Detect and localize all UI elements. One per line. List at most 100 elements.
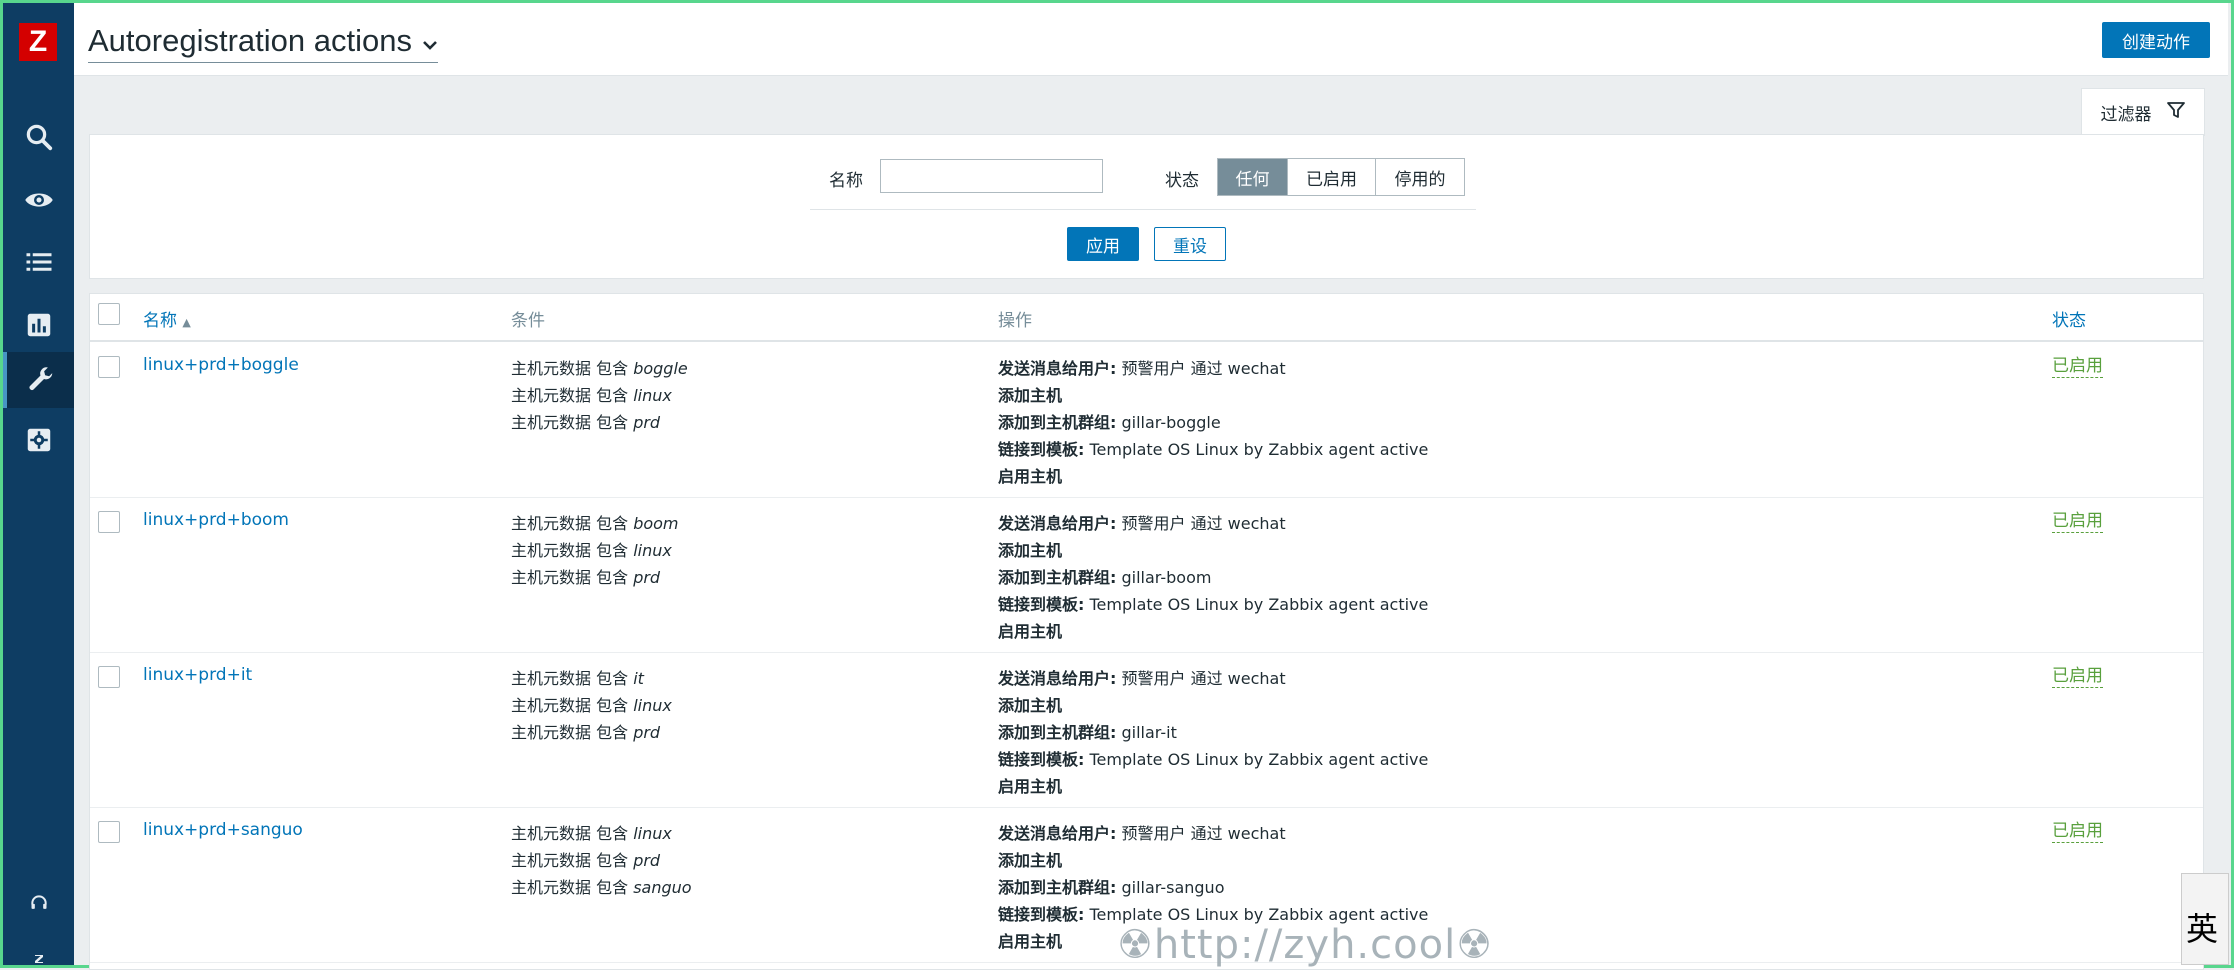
operation-line: 启用主机 <box>998 773 1428 800</box>
operation-value: gillar-boom <box>1116 568 1212 587</box>
operation-value: 预警用户 通过 wechat <box>1116 359 1286 378</box>
status-toggle-link[interactable]: 已启用 <box>2052 665 2103 688</box>
operation-line: 发送消息给用户: 预警用户 通过 wechat <box>998 665 1428 692</box>
column-conditions-header: 条件 <box>511 311 545 331</box>
condition-prefix: 主机元数据 包含 <box>511 541 634 560</box>
operation-line: 链接到模板: Template OS Linux by Zabbix agent… <box>998 746 1428 773</box>
operation-label: 添加到主机群组: <box>998 568 1117 587</box>
filter-icon <box>2166 100 2186 125</box>
status-filter-label: 状态 <box>1165 171 1199 191</box>
column-name-header[interactable]: 名称 ▲ <box>143 306 191 331</box>
row-checkbox[interactable] <box>98 821 120 843</box>
table-header: 名称 ▲ 条件 操作 状态 <box>90 294 2203 342</box>
operation-line: 添加到主机群组: gillar-boom <box>998 564 1428 591</box>
status-toggle-link[interactable]: 已启用 <box>2052 355 2103 378</box>
condition-value: prd <box>633 568 661 587</box>
create-action-button[interactable]: 创建动作 <box>2102 22 2210 58</box>
operation-value: Template OS Linux by Zabbix agent active <box>1084 595 1429 614</box>
zabbix-logo[interactable]: Z <box>19 23 57 61</box>
sidebar: Z <box>3 3 74 965</box>
page-title: Autoregistration actions <box>88 23 412 58</box>
page-title-dropdown[interactable]: Autoregistration actions <box>88 23 438 63</box>
condition-value: boom <box>633 514 679 533</box>
row-checkbox[interactable] <box>98 666 120 688</box>
operations-cell: 发送消息给用户: 预警用户 通过 wechat 添加主机 添加到主机群组: gill… <box>998 355 1428 490</box>
wrench-icon[interactable] <box>3 352 74 408</box>
operation-line: 添加到主机群组: gillar-it <box>998 719 1428 746</box>
condition-value: sanguo <box>633 878 692 897</box>
condition-line: 主机元数据 包含 sanguo <box>511 874 692 901</box>
operation-label: 启用主机 <box>998 467 1063 486</box>
action-name-link[interactable]: linux+prd+it <box>143 665 252 685</box>
table-row: linux+prd+boggle 主机元数据 包含 boggle 主机元数据 包含 … <box>90 342 2203 498</box>
condition-value: linux <box>633 696 672 715</box>
operation-value: gillar-boggle <box>1116 413 1221 432</box>
action-name-link[interactable]: linux+prd+sanguo <box>143 820 303 840</box>
operation-line: 添加主机 <box>998 847 1428 874</box>
status-toggle-link[interactable]: 已启用 <box>2052 820 2103 843</box>
status-option-any[interactable]: 任何 <box>1218 159 1288 195</box>
status-option-disabled[interactable]: 停用的 <box>1376 159 1464 195</box>
condition-prefix: 主机元数据 包含 <box>511 568 634 587</box>
operation-value: gillar-sanguo <box>1116 878 1225 897</box>
conditions-cell: 主机元数据 包含 boom 主机元数据 包含 linux 主机元数据 包含 prd <box>511 510 679 591</box>
condition-line: 主机元数据 包含 linux <box>511 382 688 409</box>
status-toggle-link[interactable]: 已启用 <box>2052 510 2103 533</box>
operation-line: 添加主机 <box>998 537 1428 564</box>
operation-line: 链接到模板: Template OS Linux by Zabbix agent… <box>998 436 1428 463</box>
zabbix-icon[interactable] <box>3 953 74 965</box>
operation-label: 发送消息给用户: <box>998 514 1117 533</box>
operation-line: 添加到主机群组: gillar-sanguo <box>998 874 1428 901</box>
search-icon[interactable] <box>3 109 74 165</box>
operation-label: 启用主机 <box>998 932 1063 951</box>
condition-prefix: 主机元数据 包含 <box>511 696 634 715</box>
filter-tab[interactable]: 过滤器 <box>2081 88 2205 136</box>
condition-line: 主机元数据 包含 boggle <box>511 355 688 382</box>
row-checkbox[interactable] <box>98 511 120 533</box>
chart-icon[interactable] <box>3 297 74 353</box>
gear-icon[interactable] <box>3 412 74 468</box>
operation-label: 链接到模板: <box>998 750 1085 769</box>
operation-label: 链接到模板: <box>998 440 1085 459</box>
status-option-enabled[interactable]: 已启用 <box>1288 159 1376 195</box>
operation-label: 添加主机 <box>998 386 1063 405</box>
condition-line: 主机元数据 包含 linux <box>511 692 672 719</box>
select-all-checkbox[interactable] <box>98 303 120 325</box>
column-status-header[interactable]: 状态 <box>2052 306 2086 331</box>
operation-line: 添加主机 <box>998 382 1428 409</box>
name-filter-label: 名称 <box>829 171 863 191</box>
sort-asc-icon: ▲ <box>182 316 191 329</box>
operation-value: Template OS Linux by Zabbix agent active <box>1084 750 1429 769</box>
filter-separator <box>810 209 1476 210</box>
operation-label: 发送消息给用户: <box>998 669 1117 688</box>
condition-line: 主机元数据 包含 linux <box>511 820 692 847</box>
list-icon[interactable] <box>3 234 74 290</box>
apply-button[interactable]: 应用 <box>1067 227 1139 261</box>
filter-panel: 名称 状态 任何 已启用 停用的 应用 重设 <box>89 134 2204 279</box>
actions-table: 名称 ▲ 条件 操作 状态 linux+prd+boggle 主机元数据 包含 b… <box>89 293 2204 970</box>
operation-line: 添加主机 <box>998 692 1428 719</box>
eye-icon[interactable] <box>3 172 74 228</box>
action-name-link[interactable]: linux+prd+boom <box>143 510 289 530</box>
reset-button[interactable]: 重设 <box>1154 227 1226 261</box>
condition-value: prd <box>633 413 661 432</box>
operation-line: 发送消息给用户: 预警用户 通过 wechat <box>998 820 1428 847</box>
condition-value: boggle <box>633 359 688 378</box>
headset-icon[interactable] <box>3 893 74 913</box>
operation-value: 预警用户 通过 wechat <box>1116 669 1286 688</box>
row-checkbox[interactable] <box>98 356 120 378</box>
name-filter-input[interactable] <box>880 159 1103 193</box>
ime-indicator: 英 <box>2181 873 2229 965</box>
condition-line: 主机元数据 包含 prd <box>511 719 672 746</box>
condition-line: 主机元数据 包含 prd <box>511 564 679 591</box>
condition-value: linux <box>633 824 672 843</box>
operation-value: 预警用户 通过 wechat <box>1116 824 1286 843</box>
chevron-down-icon <box>422 23 438 59</box>
operation-value: gillar-it <box>1116 723 1177 742</box>
action-name-link[interactable]: linux+prd+boggle <box>143 355 299 375</box>
operation-line: 发送消息给用户: 预警用户 通过 wechat <box>998 510 1428 537</box>
operation-label: 添加到主机群组: <box>998 723 1117 742</box>
conditions-cell: 主机元数据 包含 linux 主机元数据 包含 prd 主机元数据 包含 sangu… <box>511 820 692 901</box>
condition-line: 主机元数据 包含 prd <box>511 847 692 874</box>
table-row: linux+prd+it 主机元数据 包含 it 主机元数据 包含 linux 主机元… <box>90 652 2203 808</box>
